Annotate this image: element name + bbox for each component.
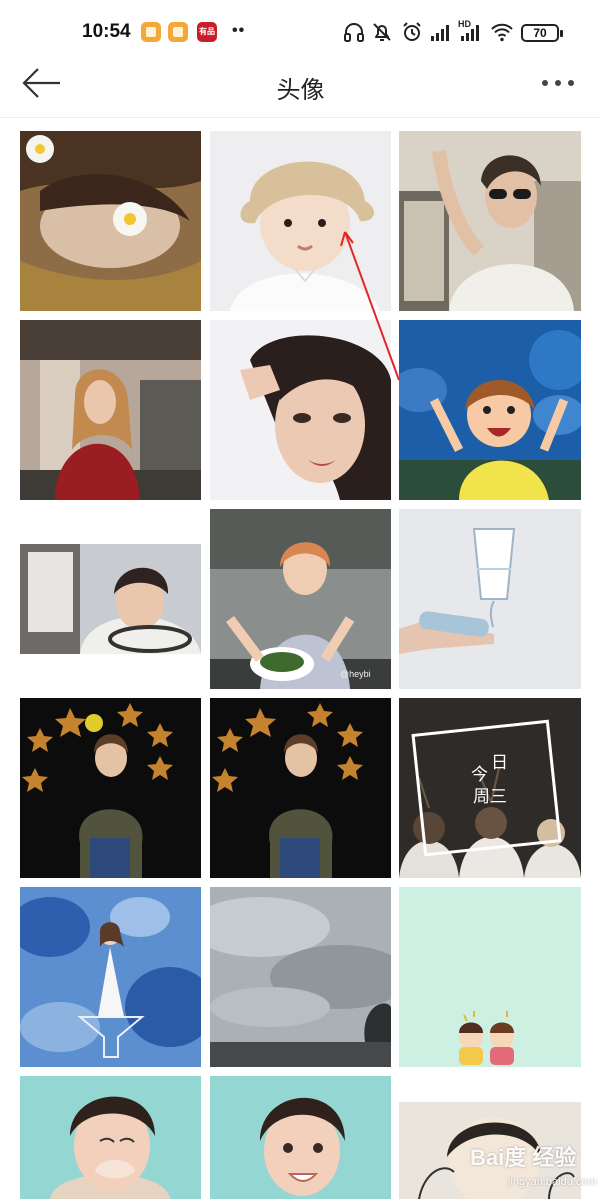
avatar-tile-11[interactable] — [210, 698, 391, 878]
boy-with-stars-image — [20, 698, 201, 878]
battery-indicator: 70 — [521, 24, 563, 42]
avatar-tile-8[interactable]: @heybi — [210, 509, 391, 689]
girl-red-jacket-image — [20, 320, 201, 500]
avatar-tile-15[interactable] — [399, 887, 581, 1067]
girl-smiling-image — [210, 1076, 391, 1199]
avatar-tile-5[interactable] — [210, 320, 391, 500]
notes-app-icon-2 — [168, 22, 188, 42]
woman-portrait-image — [210, 320, 391, 500]
water-glass-image — [399, 509, 581, 689]
cartoon-boy-sky-image — [399, 320, 581, 500]
baidu-watermark-url: jingyan.baidu.com — [508, 1176, 597, 1188]
wifi-icon — [491, 23, 513, 42]
avatar-tile-3[interactable] — [399, 131, 581, 311]
avatar-tile-6[interactable] — [399, 320, 581, 500]
baby-in-hat-image — [210, 131, 391, 311]
avatar-tile-4[interactable] — [20, 320, 201, 500]
cloudy-sky-image — [210, 887, 391, 1067]
girl-with-flowers-image — [20, 131, 201, 311]
bell-muted-icon — [373, 23, 391, 41]
top-app-bar: 头像 — [0, 64, 601, 118]
tile-caption-line-2: 日 — [491, 753, 508, 773]
woman-sunglasses-image — [399, 131, 581, 311]
girl-driving-image — [20, 544, 201, 654]
notes-app-icon — [141, 22, 161, 42]
boy-with-stars-2-image — [210, 698, 391, 878]
tile-caption-line-3: 周三 — [473, 787, 507, 807]
avatar-tile-9[interactable] — [399, 509, 581, 689]
more-notifications-icon: •• — [232, 22, 246, 39]
status-bar: 10:54 有品 •• HD 70 — [0, 0, 601, 64]
cartoon-couple-mint-image — [399, 887, 581, 1067]
alarm-clock-icon — [403, 22, 421, 41]
girl-on-glass-illustration-image — [20, 887, 201, 1067]
page-title: 头像 — [276, 76, 325, 104]
avatar-tile-16[interactable] — [20, 1076, 201, 1199]
more-options-icon[interactable] — [538, 68, 578, 98]
avatar-tile-12[interactable]: 今 日 周三 — [399, 698, 581, 878]
youpin-app-icon: 有品 — [197, 22, 217, 42]
avatar-tile-2[interactable] — [210, 131, 391, 311]
avatar-tile-7[interactable] — [20, 544, 201, 654]
photo-stamp: @heybi — [340, 669, 371, 679]
woman-eating-salad-image — [210, 509, 391, 689]
cellular-signal-2-icon — [461, 25, 479, 41]
headphones-icon — [344, 23, 364, 42]
avatar-tile-1[interactable] — [20, 131, 201, 311]
avatar-tile-17[interactable] — [210, 1076, 391, 1199]
avatar-tile-14[interactable] — [210, 887, 391, 1067]
status-time: 10:54 — [82, 21, 131, 42]
cellular-signal-icon — [431, 25, 449, 41]
girl-laughing-image — [20, 1076, 201, 1199]
avatar-tile-10[interactable] — [20, 698, 201, 878]
avatar-tile-13[interactable] — [20, 887, 201, 1067]
baidu-watermark: Bai度 经验 — [470, 1145, 577, 1170]
